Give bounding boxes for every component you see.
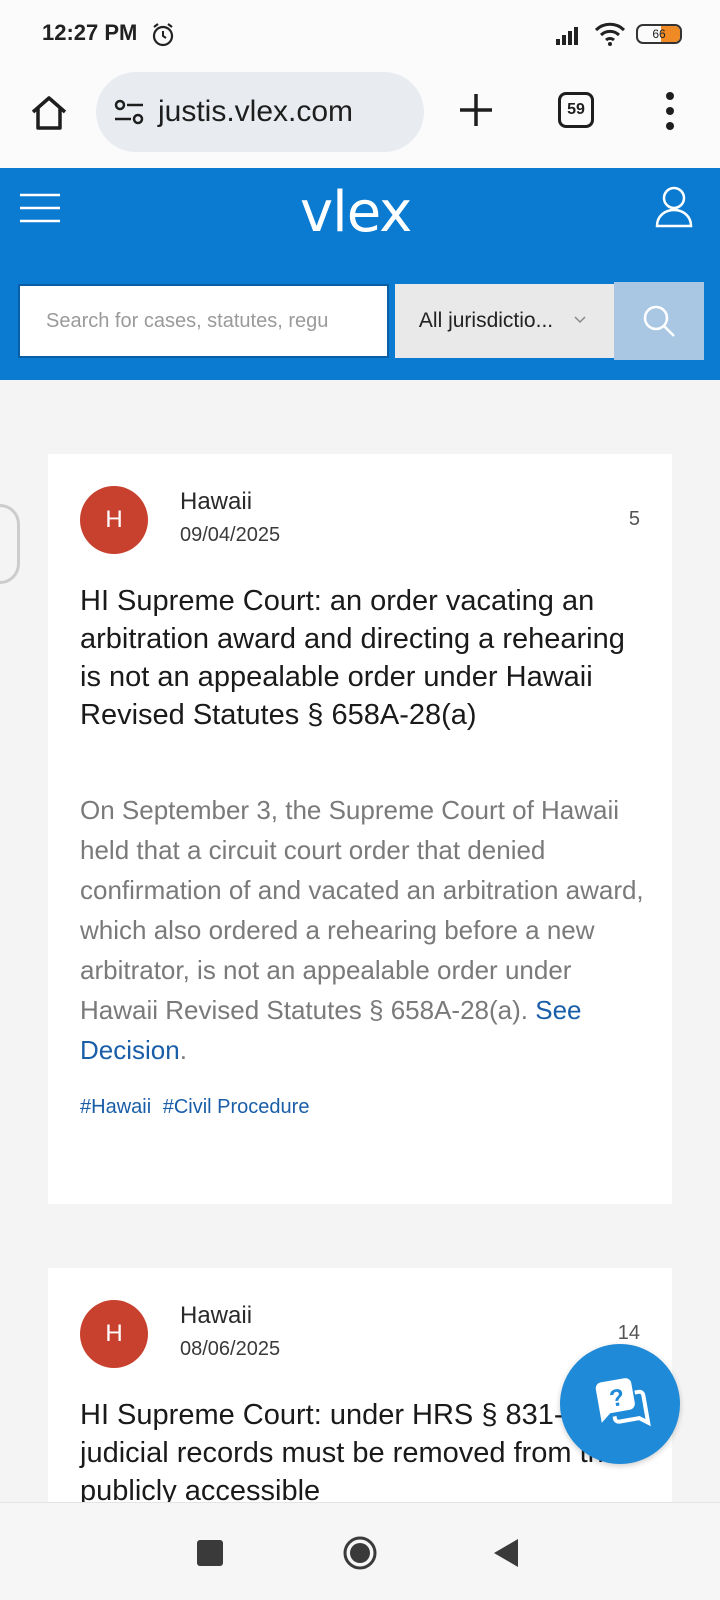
browser-toolbar: justis.vlex.com 59 <box>0 70 720 168</box>
url-text: justis.vlex.com <box>158 95 354 128</box>
card-count: 14 <box>617 1322 640 1344</box>
search-input[interactable] <box>18 284 389 358</box>
address-bar[interactable]: justis.vlex.com <box>96 72 424 152</box>
hamburger-menu-icon[interactable] <box>20 192 60 224</box>
avatar: H <box>80 486 148 554</box>
card-body-suffix: . <box>179 1035 187 1065</box>
jurisdiction-select[interactable]: All jurisdictio... <box>394 284 615 358</box>
home-nav-icon[interactable] <box>342 1535 378 1571</box>
tabs-button[interactable]: 59 <box>558 92 594 128</box>
new-tab-icon[interactable] <box>456 90 496 130</box>
signal-icon <box>556 27 578 45</box>
site-settings-icon[interactable] <box>112 95 146 129</box>
chevron-down-icon <box>574 316 586 324</box>
status-time: 12:27 PM <box>42 20 138 45</box>
content-feed[interactable]: H Hawaii 09/04/2025 5 HI Supreme Court: … <box>0 380 720 1502</box>
search-row: All jurisdictio... <box>18 282 704 360</box>
back-nav-icon[interactable] <box>492 1537 520 1569</box>
card-tags: #Hawaii #Civil Procedure <box>80 1096 315 1119</box>
card-jurisdiction: Hawaii <box>180 1302 253 1329</box>
help-chat-button[interactable]: ? <box>560 1344 680 1464</box>
card-count: 5 <box>628 508 640 530</box>
battery-level: 66 <box>652 27 666 41</box>
tag-hawaii[interactable]: #Hawaii <box>80 1096 151 1118</box>
status-bar: 12:27 PM 66 <box>0 0 720 70</box>
system-nav-bar <box>0 1502 720 1600</box>
tag-civil-procedure[interactable]: #Civil Procedure <box>163 1096 310 1118</box>
card-date: 09/04/2025 <box>180 524 281 546</box>
home-icon[interactable] <box>28 92 70 134</box>
card-title[interactable]: HI Supreme Court: an order vacating an a… <box>80 582 650 734</box>
alarm-icon <box>152 23 174 47</box>
card-date: 08/06/2025 <box>180 1338 281 1360</box>
jurisdiction-selected: All jurisdictio... <box>418 309 554 332</box>
avatar: H <box>80 1300 148 1368</box>
search-icon <box>643 305 676 337</box>
recents-icon[interactable] <box>197 1540 223 1566</box>
help-chat-icon: ? <box>594 1378 651 1427</box>
site-header: vlex All jurisdictio... <box>0 168 720 380</box>
wifi-icon <box>594 22 626 46</box>
battery-icon: 66 <box>636 24 682 44</box>
side-drawer-handle[interactable] <box>0 504 20 584</box>
search-button[interactable] <box>614 282 704 360</box>
card-body-text: On September 3, the Supreme Court of Haw… <box>80 795 644 1025</box>
card-body: On September 3, the Supreme Court of Haw… <box>80 790 650 1070</box>
vlex-logo[interactable]: vlex <box>300 180 412 245</box>
status-icons: 66 <box>554 22 682 46</box>
card-jurisdiction: Hawaii <box>180 488 253 515</box>
more-menu-icon[interactable] <box>660 90 680 132</box>
user-account-icon[interactable] <box>654 186 694 228</box>
news-card[interactable]: H Hawaii 09/04/2025 5 HI Supreme Court: … <box>48 454 672 1204</box>
